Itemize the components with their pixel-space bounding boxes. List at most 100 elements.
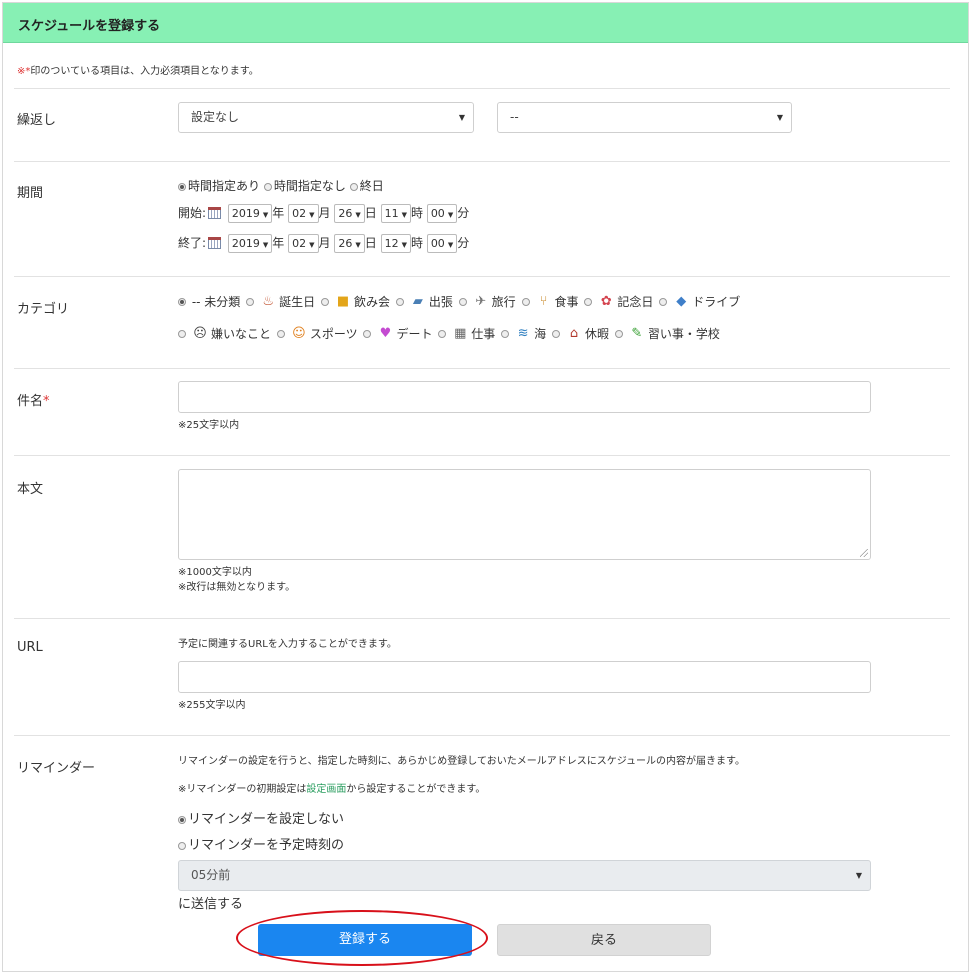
url-hint: ※255文字以内 bbox=[178, 700, 246, 711]
radio-button[interactable] bbox=[458, 297, 467, 306]
radio-button[interactable] bbox=[178, 815, 186, 824]
radio-button[interactable] bbox=[263, 182, 272, 191]
settings-link[interactable]: 設定画面 bbox=[306, 784, 346, 795]
subject-input[interactable] bbox=[178, 381, 871, 413]
house-icon: ⌂ bbox=[569, 325, 579, 341]
end-year-select[interactable]: 2019 ▼ bbox=[227, 234, 273, 253]
radio-button[interactable] bbox=[178, 841, 186, 850]
body-label: 本文 bbox=[17, 482, 44, 497]
required-note: ※*印のついている項目は、入力必須項目となります。 bbox=[17, 66, 259, 77]
radio-time-specified[interactable]: 時間指定あり bbox=[178, 179, 260, 193]
end-minute-select[interactable]: 00 ▼ bbox=[426, 234, 458, 253]
radio-button[interactable] bbox=[178, 329, 186, 338]
category-work[interactable]: ▦ 仕事 bbox=[438, 325, 495, 342]
chevron-down-icon: ▼ bbox=[776, 113, 783, 122]
radio-all-day[interactable]: 終日 bbox=[349, 179, 384, 193]
radio-button[interactable] bbox=[178, 297, 186, 306]
category-drive[interactable]: ◆ ドライブ bbox=[659, 293, 740, 310]
category-sports[interactable]: ☺ スポーツ bbox=[276, 325, 358, 342]
divider bbox=[14, 88, 950, 89]
reminder-description: リマインダーの設定を行うと、指定した時刻に、あらかじめ登録しておいたメールアドレ… bbox=[178, 756, 745, 767]
chevron-down-icon: ▼ bbox=[458, 113, 465, 122]
wave-icon: ≋ bbox=[517, 325, 529, 341]
category-lessons-school[interactable]: ✎ 習い事・学校 bbox=[614, 325, 720, 342]
reminder-time-select[interactable]: 05分前 ▼ bbox=[178, 860, 871, 891]
end-hour-select[interactable]: 12 ▼ bbox=[380, 234, 411, 253]
beer-icon: ■ bbox=[336, 293, 350, 309]
period-label: 期間 bbox=[17, 186, 44, 201]
category-row-2: ☹ 嫌いなこと ☺ スポーツ ♥ デート ▦ 仕事 ≋ 海 ⌂ 休暇 ✎ 習い事・学校 bbox=[178, 325, 722, 342]
divider bbox=[14, 618, 950, 619]
category-vacation[interactable]: ⌂ 休暇 bbox=[551, 325, 609, 342]
radio-button[interactable] bbox=[659, 297, 668, 306]
category-business-trip[interactable]: ▰ 出張 bbox=[395, 293, 453, 310]
airplane-icon: ✈ bbox=[475, 293, 487, 309]
fork-knife-icon: ⑂ bbox=[539, 293, 548, 309]
radio-button[interactable] bbox=[349, 182, 358, 191]
radio-button[interactable] bbox=[246, 297, 255, 306]
radio-button[interactable] bbox=[438, 329, 447, 338]
period-type-radios: 時間指定あり 時間指定なし 終日 bbox=[178, 177, 384, 194]
start-hour-select[interactable]: 11 ▼ bbox=[380, 204, 411, 223]
start-day-select[interactable]: 26 ▼ bbox=[334, 204, 365, 223]
radio-button[interactable] bbox=[584, 297, 593, 306]
category-label: カテゴリ bbox=[17, 302, 70, 317]
pencil-icon: ✎ bbox=[631, 325, 643, 341]
body-hint-newline: ※改行は無効となります。 bbox=[178, 582, 296, 593]
reminder-on-option[interactable]: リマインダーを予定時刻の bbox=[178, 834, 344, 853]
repeat-select[interactable]: 設定なし ▼ bbox=[178, 102, 474, 133]
category-travel[interactable]: ✈ 旅行 bbox=[458, 293, 516, 310]
subject-hint: ※25文字以内 bbox=[178, 420, 240, 431]
category-drinking[interactable]: ■ 飲み会 bbox=[320, 293, 390, 310]
reminder-label: リマインダー bbox=[17, 761, 96, 776]
category-birthday[interactable]: ♨ 誕生日 bbox=[246, 293, 315, 310]
start-year-select[interactable]: 2019 ▼ bbox=[227, 204, 273, 223]
subject-label: 件名* bbox=[17, 394, 50, 409]
chevron-down-icon: ▼ bbox=[855, 871, 862, 880]
building-icon: ▦ bbox=[454, 325, 467, 341]
calendar-icon[interactable] bbox=[208, 207, 222, 219]
radio-button[interactable] bbox=[521, 297, 530, 306]
divider bbox=[14, 276, 950, 277]
body-hint-length: ※1000文字以内 bbox=[178, 567, 252, 578]
radio-button[interactable] bbox=[395, 297, 404, 306]
radio-button[interactable] bbox=[501, 329, 510, 338]
end-month-select[interactable]: 02 ▼ bbox=[288, 234, 319, 253]
category-anniversary[interactable]: ✿ 記念日 bbox=[584, 293, 653, 310]
skull-icon: ☹ bbox=[193, 325, 207, 341]
radio-button[interactable] bbox=[276, 329, 285, 338]
resize-handle[interactable] bbox=[860, 549, 868, 557]
train-icon: ▰ bbox=[412, 293, 423, 309]
body-textarea[interactable] bbox=[178, 469, 871, 560]
radio-time-unspecified[interactable]: 時間指定なし bbox=[263, 179, 346, 193]
reminder-off-option[interactable]: リマインダーを設定しない bbox=[178, 808, 344, 827]
category-date[interactable]: ♥ デート bbox=[363, 325, 432, 342]
divider bbox=[14, 368, 950, 369]
radio-button[interactable] bbox=[178, 182, 186, 191]
start-minute-select[interactable]: 00 ▼ bbox=[426, 204, 458, 223]
category-uncategorized[interactable]: -- 未分類 bbox=[178, 293, 240, 310]
back-button[interactable]: 戻る bbox=[497, 924, 711, 956]
radio-button[interactable] bbox=[614, 329, 623, 338]
category-meal[interactable]: ⑂ 食事 bbox=[521, 293, 579, 310]
divider bbox=[14, 161, 950, 162]
category-dislikes[interactable]: ☹ 嫌いなこと bbox=[178, 325, 271, 342]
reminder-settings-note: ※リマインダーの初期設定は設定画面から設定することができます。 bbox=[178, 784, 486, 795]
url-input[interactable] bbox=[178, 661, 871, 693]
car-icon: ◆ bbox=[676, 293, 687, 309]
runner-icon: ☺ bbox=[292, 325, 306, 341]
cake-icon: ♨ bbox=[262, 293, 274, 309]
url-description: 予定に関連するURLを入力することができます。 bbox=[178, 639, 397, 650]
calendar-icon[interactable] bbox=[208, 237, 222, 249]
start-month-select[interactable]: 02 ▼ bbox=[288, 204, 319, 223]
end-datetime-row: 終了: 2019 ▼ 年 02 ▼ 月 26 ▼ 日 12 ▼ 時 00 ▼ 分 bbox=[178, 234, 469, 253]
end-day-select[interactable]: 26 ▼ bbox=[334, 234, 365, 253]
repeat-detail-select[interactable]: -- ▼ bbox=[497, 102, 792, 133]
category-sea[interactable]: ≋ 海 bbox=[501, 325, 546, 342]
radio-button[interactable] bbox=[320, 297, 329, 306]
form-header: スケジュールを登録する bbox=[3, 3, 968, 43]
start-datetime-row: 開始: 2019 ▼ 年 02 ▼ 月 26 ▼ 日 11 ▼ 時 00 ▼ 分 bbox=[178, 204, 469, 223]
url-label: URL bbox=[17, 640, 43, 655]
radio-button[interactable] bbox=[363, 329, 372, 338]
radio-button[interactable] bbox=[551, 329, 560, 338]
